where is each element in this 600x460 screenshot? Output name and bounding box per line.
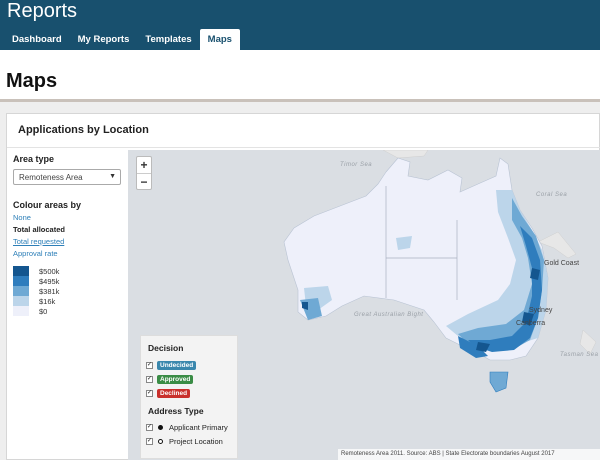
card-title: Applications by Location bbox=[18, 124, 149, 136]
legend-label: $500k bbox=[39, 266, 60, 276]
legend-row: $381k bbox=[13, 286, 125, 296]
colour-option-none[interactable]: None bbox=[13, 213, 125, 222]
legend-swatch bbox=[13, 296, 29, 306]
filled-dot-icon bbox=[158, 425, 163, 430]
area-type-label: Area type bbox=[13, 154, 55, 164]
tab-maps[interactable]: Maps bbox=[199, 29, 240, 50]
address-row-applicant[interactable]: ✓ Applicant Primary bbox=[146, 422, 228, 433]
legend-row: $495k bbox=[13, 276, 125, 286]
decision-title: Decision bbox=[148, 343, 184, 353]
sea-label-timor: Timor Sea bbox=[340, 162, 373, 168]
address-label: Project Location bbox=[169, 437, 223, 446]
checkbox[interactable]: ✓ bbox=[146, 362, 153, 369]
sea-label-coral: Coral Sea bbox=[536, 192, 568, 198]
applications-card: Applications by Location Area type Remot… bbox=[6, 113, 600, 460]
colour-option-total-requested[interactable]: Total requested bbox=[13, 237, 125, 246]
checkbox[interactable]: ✓ bbox=[146, 390, 153, 397]
card-divider bbox=[7, 147, 600, 148]
app-title: Reports bbox=[7, 0, 78, 22]
area-type-value: Remoteness Area bbox=[19, 173, 83, 182]
sea-label-tasman: Tasman Sea bbox=[560, 352, 599, 358]
legend-label: $0 bbox=[39, 306, 48, 316]
decision-row-declined[interactable]: ✓ Declined bbox=[146, 388, 191, 399]
map-options-sidebar: Area type Remoteness Area ▼ Colour areas… bbox=[13, 154, 125, 316]
status-badge-undecided: Undecided bbox=[157, 361, 197, 370]
area-type-select[interactable]: Remoteness Area ▼ bbox=[13, 169, 121, 185]
top-bar: Reports Dashboard My Reports Templates M… bbox=[0, 0, 600, 50]
checkbox[interactable]: ✓ bbox=[146, 424, 153, 431]
legend-label: $16k bbox=[39, 296, 56, 306]
legend-swatch bbox=[13, 306, 29, 316]
choropleth-map[interactable]: + − Timor Sea Coral Sea Great Australian… bbox=[128, 150, 600, 460]
decision-legend-panel: Decision ✓ Undecided ✓ Approved ✓ Declin… bbox=[140, 335, 238, 459]
legend-label: $495k bbox=[39, 276, 60, 286]
zoom-out-button[interactable]: − bbox=[137, 173, 151, 189]
legend-row: $0 bbox=[13, 306, 125, 316]
city-label-gold-coast: Gold Coast bbox=[544, 260, 580, 267]
colour-option-total-allocated[interactable]: Total allocated bbox=[13, 225, 125, 234]
colour-areas-label: Colour areas by bbox=[13, 200, 82, 210]
legend-swatch bbox=[13, 276, 29, 286]
colour-legend: $500k $495k $381k $16k $0 bbox=[13, 266, 125, 316]
zoom-control: + − bbox=[136, 156, 152, 190]
legend-row: $500k bbox=[13, 266, 125, 276]
address-type-title: Address Type bbox=[148, 406, 204, 416]
colour-option-approval-rate[interactable]: Approval rate bbox=[13, 249, 125, 258]
tab-my-reports[interactable]: My Reports bbox=[70, 29, 138, 50]
nav-tabs: Dashboard My Reports Templates Maps bbox=[4, 29, 240, 50]
status-badge-declined: Declined bbox=[157, 389, 191, 398]
checkbox[interactable]: ✓ bbox=[146, 376, 153, 383]
page-title: Maps bbox=[6, 70, 58, 92]
checkbox[interactable]: ✓ bbox=[146, 438, 153, 445]
legend-label: $381k bbox=[39, 286, 60, 296]
zoom-in-button[interactable]: + bbox=[137, 157, 151, 173]
sea-label-bight: Great Australian Bight bbox=[354, 312, 424, 318]
page-header: Maps bbox=[0, 50, 600, 102]
city-label-sydney: Sydney bbox=[529, 307, 553, 314]
decision-row-approved[interactable]: ✓ Approved bbox=[146, 374, 194, 385]
address-label: Applicant Primary bbox=[169, 423, 228, 432]
tab-dashboard[interactable]: Dashboard bbox=[4, 29, 70, 50]
status-badge-approved: Approved bbox=[157, 375, 194, 384]
city-label-canberra: Canberra bbox=[516, 320, 546, 327]
address-row-project[interactable]: ✓ Project Location bbox=[146, 436, 223, 447]
legend-swatch bbox=[13, 286, 29, 296]
map-attribution: Remoteness Area 2011. Source: ABS | Stat… bbox=[338, 449, 600, 460]
decision-row-undecided[interactable]: ✓ Undecided bbox=[146, 360, 197, 371]
legend-swatch bbox=[13, 266, 29, 276]
hollow-dot-icon bbox=[158, 439, 163, 444]
legend-row: $16k bbox=[13, 296, 125, 306]
chevron-down-icon: ▼ bbox=[109, 173, 116, 180]
tab-templates[interactable]: Templates bbox=[137, 29, 199, 50]
